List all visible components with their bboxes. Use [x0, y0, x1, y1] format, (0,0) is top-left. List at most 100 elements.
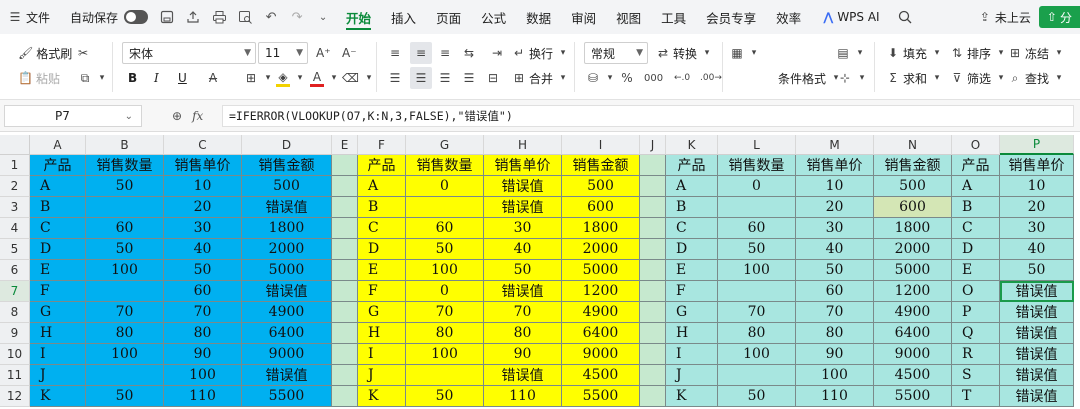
table-cell[interactable]: A — [666, 176, 718, 197]
autosave-control[interactable]: 自动保存 — [58, 0, 154, 34]
table-cell[interactable]: 100 — [718, 260, 796, 281]
gap-cell[interactable] — [332, 176, 358, 197]
table-header-cell[interactable]: 销售单价 — [796, 155, 874, 176]
table-cell[interactable]: G — [30, 302, 86, 323]
gap-cell[interactable] — [640, 155, 666, 176]
row-header-1[interactable]: 1 — [0, 155, 30, 176]
justify-button[interactable]: ☰ — [462, 67, 476, 89]
table-cell[interactable]: O — [952, 281, 1000, 302]
table-cell[interactable]: D — [952, 239, 1000, 260]
number-format-select[interactable]: 常规 ▼ — [584, 42, 648, 64]
gap-cell[interactable] — [640, 197, 666, 218]
table-cell[interactable]: 70 — [718, 302, 796, 323]
currency-button[interactable]: ⛁ ▾ — [586, 67, 617, 89]
table-cell[interactable]: 600 — [562, 197, 640, 218]
table-cell[interactable]: 30 — [484, 218, 562, 239]
font-name-select[interactable]: 宋体 ▼ — [122, 42, 256, 64]
column-header-l[interactable]: L — [718, 135, 796, 155]
table-cell[interactable]: 5000 — [874, 260, 952, 281]
row-header-5[interactable]: 5 — [0, 239, 30, 260]
table-cell[interactable] — [718, 365, 796, 386]
table-cell[interactable]: 80 — [86, 323, 164, 344]
table-cell[interactable]: 70 — [406, 302, 484, 323]
table-cell[interactable] — [718, 197, 796, 218]
table-cell[interactable]: C — [30, 218, 86, 239]
indent-button[interactable]: ⇥ — [490, 42, 504, 64]
column-header-c[interactable]: C — [164, 135, 242, 155]
tab-review[interactable]: 审阅 — [561, 0, 606, 34]
table-cell[interactable]: 80 — [718, 323, 796, 344]
table-cell[interactable]: 100 — [406, 344, 484, 365]
copy-button[interactable]: ⧉ ▾ — [78, 67, 109, 89]
column-header-j[interactable]: J — [640, 135, 666, 155]
row-header-10[interactable]: 10 — [0, 344, 30, 365]
table-cell[interactable]: 40 — [484, 239, 562, 260]
column-header-k[interactable]: K — [666, 135, 718, 155]
table-cell[interactable]: G — [666, 302, 718, 323]
gap-cell[interactable] — [640, 365, 666, 386]
table-cell[interactable] — [86, 365, 164, 386]
table-cell[interactable]: B — [952, 197, 1000, 218]
gap-cell[interactable] — [640, 323, 666, 344]
table-cell[interactable]: D — [358, 239, 406, 260]
table-header-cell[interactable]: 销售数量 — [406, 155, 484, 176]
table-cell[interactable]: 4500 — [562, 365, 640, 386]
table-cell[interactable]: 错误值 — [242, 365, 332, 386]
table-cell[interactable]: 80 — [484, 323, 562, 344]
table-cell[interactable]: 9000 — [242, 344, 332, 365]
table-cell[interactable]: 20 — [1000, 197, 1074, 218]
table-cell[interactable]: 2000 — [242, 239, 332, 260]
table-cell[interactable]: 错误值 — [1000, 386, 1074, 407]
table-cell[interactable]: 1800 — [874, 218, 952, 239]
table-cell[interactable]: 9000 — [874, 344, 952, 365]
table-cell[interactable]: 110 — [484, 386, 562, 407]
table-cell[interactable]: 500 — [874, 176, 952, 197]
table-cell[interactable]: 500 — [562, 176, 640, 197]
gap-cell[interactable] — [332, 344, 358, 365]
table-cell[interactable]: 100 — [796, 365, 874, 386]
table-cell[interactable]: 4900 — [874, 302, 952, 323]
table-cell[interactable]: P — [952, 302, 1000, 323]
cloud-status[interactable]: ⇪ 未上云 — [978, 9, 1031, 26]
column-header-b[interactable]: B — [86, 135, 164, 155]
table-cell[interactable]: 30 — [1000, 218, 1074, 239]
table-cell[interactable]: 100 — [86, 260, 164, 281]
table-cell[interactable]: A — [952, 176, 1000, 197]
table-cell[interactable]: 70 — [86, 302, 164, 323]
row-header-7[interactable]: 7 — [0, 281, 30, 302]
table-cell[interactable]: D — [30, 239, 86, 260]
sum-button[interactable]: Σ 求和 ▾ — [886, 67, 944, 89]
table-cell[interactable]: J — [358, 365, 406, 386]
gap-cell[interactable] — [640, 302, 666, 323]
table-cell[interactable]: 错误值 — [484, 365, 562, 386]
align-right-button[interactable]: ☰ — [438, 67, 452, 89]
table-cell[interactable]: 60 — [164, 281, 242, 302]
table-cell[interactable]: R — [952, 344, 1000, 365]
tab-page[interactable]: 页面 — [426, 0, 471, 34]
table-header-cell[interactable]: 销售单价 — [1000, 155, 1074, 176]
table-cell[interactable]: 60 — [796, 281, 874, 302]
row-header-2[interactable]: 2 — [0, 176, 30, 197]
table-cell[interactable]: 1200 — [874, 281, 952, 302]
font-color-button[interactable]: A ▾ — [310, 67, 341, 89]
table-cell[interactable]: 60 — [718, 218, 796, 239]
table-cell[interactable]: 100 — [164, 365, 242, 386]
table-cell[interactable]: C — [358, 218, 406, 239]
table-cell[interactable]: E — [952, 260, 1000, 281]
wps-ai-button[interactable]: ⋀ WPS AI — [811, 0, 891, 34]
select-all-corner[interactable] — [0, 135, 30, 155]
column-header-p[interactable]: P — [1000, 135, 1074, 155]
selected-cell[interactable]: 错误值 — [1000, 281, 1074, 302]
table-cell[interactable]: 6400 — [562, 323, 640, 344]
table-cell[interactable]: E — [666, 260, 718, 281]
table-cell[interactable]: 90 — [484, 344, 562, 365]
column-header-n[interactable]: N — [874, 135, 952, 155]
row-header-4[interactable]: 4 — [0, 218, 30, 239]
row-header-12[interactable]: 12 — [0, 386, 30, 407]
table-cell[interactable]: 20 — [796, 197, 874, 218]
orientation-button[interactable]: ⇆ — [462, 42, 476, 64]
table-cell[interactable]: A — [30, 176, 86, 197]
tab-tools[interactable]: 工具 — [651, 0, 696, 34]
table-header-cell[interactable]: 销售单价 — [484, 155, 562, 176]
column-header-a[interactable]: A — [30, 135, 86, 155]
